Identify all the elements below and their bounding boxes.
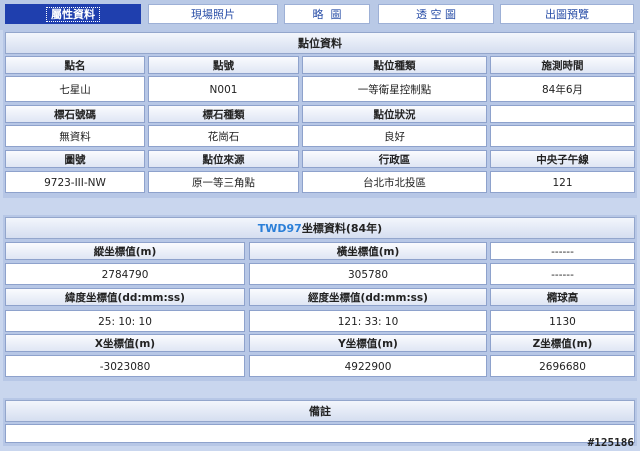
value-empty	[490, 125, 635, 147]
tab-site-photos-label: 現場照片	[191, 8, 235, 21]
label-marker-number: 標石號碼	[5, 105, 145, 123]
label-marker-type: 標石種類	[148, 105, 299, 123]
label-map-number: 圖號	[5, 150, 145, 168]
value-y-coordinate: 4922900	[249, 355, 487, 377]
tab-print-preview-label: 出圖預覽	[545, 8, 589, 21]
value-point-name: 七星山	[5, 76, 145, 102]
value-marker-type: 花崗石	[148, 125, 299, 147]
value-longitude: 121: 33: 10	[249, 310, 487, 332]
label-ellipsoid-height: 橢球高	[490, 288, 635, 306]
coordinate-title: TWD97坐標資料(84年)	[5, 217, 635, 239]
value-point-type: 一等衛星控制點	[302, 76, 487, 102]
value-ellipsoid-height: 1130	[490, 310, 635, 332]
label-point-source: 點位來源	[148, 150, 299, 168]
watermark-id: #125186	[587, 436, 634, 449]
coordinate-title-text: 坐標資料(84年)	[301, 222, 383, 235]
label-y-coordinate: Y坐標值(m)	[249, 334, 487, 352]
value-marker-number: 無資料	[5, 125, 145, 147]
remarks-panel: 備註	[3, 398, 637, 446]
value-x-coordinate: -3023080	[5, 355, 245, 377]
tab-print-preview[interactable]: 出圖預覽	[500, 4, 634, 24]
value-latitude: 25: 10: 10	[5, 310, 245, 332]
label-latitude: 緯度坐標值(dd:mm:ss)	[5, 288, 245, 306]
label-point-condition: 點位狀況	[302, 105, 487, 123]
value-easting: 305780	[249, 263, 487, 285]
value-point-source: 原一等三角點	[148, 171, 299, 193]
value-z-coordinate: 2696680	[490, 355, 635, 377]
tab-sky-view[interactable]: 透 空 圖	[378, 4, 494, 24]
coordinate-panel: TWD97坐標資料(84年) 縱坐標值(m) 橫坐標值(m) ------ 27…	[3, 215, 637, 381]
value-dashes: ------	[490, 263, 635, 285]
point-info-panel: 點位資料 點名 點號 點位種類 施測時間 七星山 N001 一等衛星控制點 84…	[3, 30, 637, 198]
tab-sketch[interactable]: 略 圖	[284, 4, 370, 24]
value-map-number: 9723-III-NW	[5, 171, 145, 193]
value-point-condition: 良好	[302, 125, 487, 147]
label-northing: 縱坐標值(m)	[5, 242, 245, 260]
value-northing: 2784790	[5, 263, 245, 285]
value-district: 台北市北投區	[302, 171, 487, 193]
tab-sky-view-label: 透 空 圖	[416, 8, 456, 21]
value-central-meridian: 121	[490, 171, 635, 193]
tab-attributes[interactable]: 屬性資料	[5, 4, 141, 24]
tab-sketch-label: 略 圖	[312, 8, 342, 21]
point-info-title: 點位資料	[5, 32, 635, 54]
coordinate-title-datum: TWD97	[257, 222, 302, 235]
label-point-type: 點位種類	[302, 56, 487, 74]
label-district: 行政區	[302, 150, 487, 168]
label-central-meridian: 中央子午線	[490, 150, 635, 168]
tab-site-photos[interactable]: 現場照片	[148, 4, 278, 24]
label-point-number: 點號	[148, 56, 299, 74]
label-easting: 橫坐標值(m)	[249, 242, 487, 260]
remarks-value	[5, 424, 635, 443]
tab-attributes-label: 屬性資料	[46, 7, 100, 22]
value-survey-time: 84年6月	[490, 76, 635, 102]
remarks-title: 備註	[5, 400, 635, 422]
label-dashes: ------	[490, 242, 635, 260]
label-x-coordinate: X坐標值(m)	[5, 334, 245, 352]
label-survey-time: 施測時間	[490, 56, 635, 74]
label-empty	[490, 105, 635, 123]
label-z-coordinate: Z坐標值(m)	[490, 334, 635, 352]
label-longitude: 經度坐標值(dd:mm:ss)	[249, 288, 487, 306]
label-point-name: 點名	[5, 56, 145, 74]
tab-bar: 屬性資料 現場照片 略 圖 透 空 圖 出圖預覽	[0, 0, 640, 30]
value-point-number: N001	[148, 76, 299, 102]
